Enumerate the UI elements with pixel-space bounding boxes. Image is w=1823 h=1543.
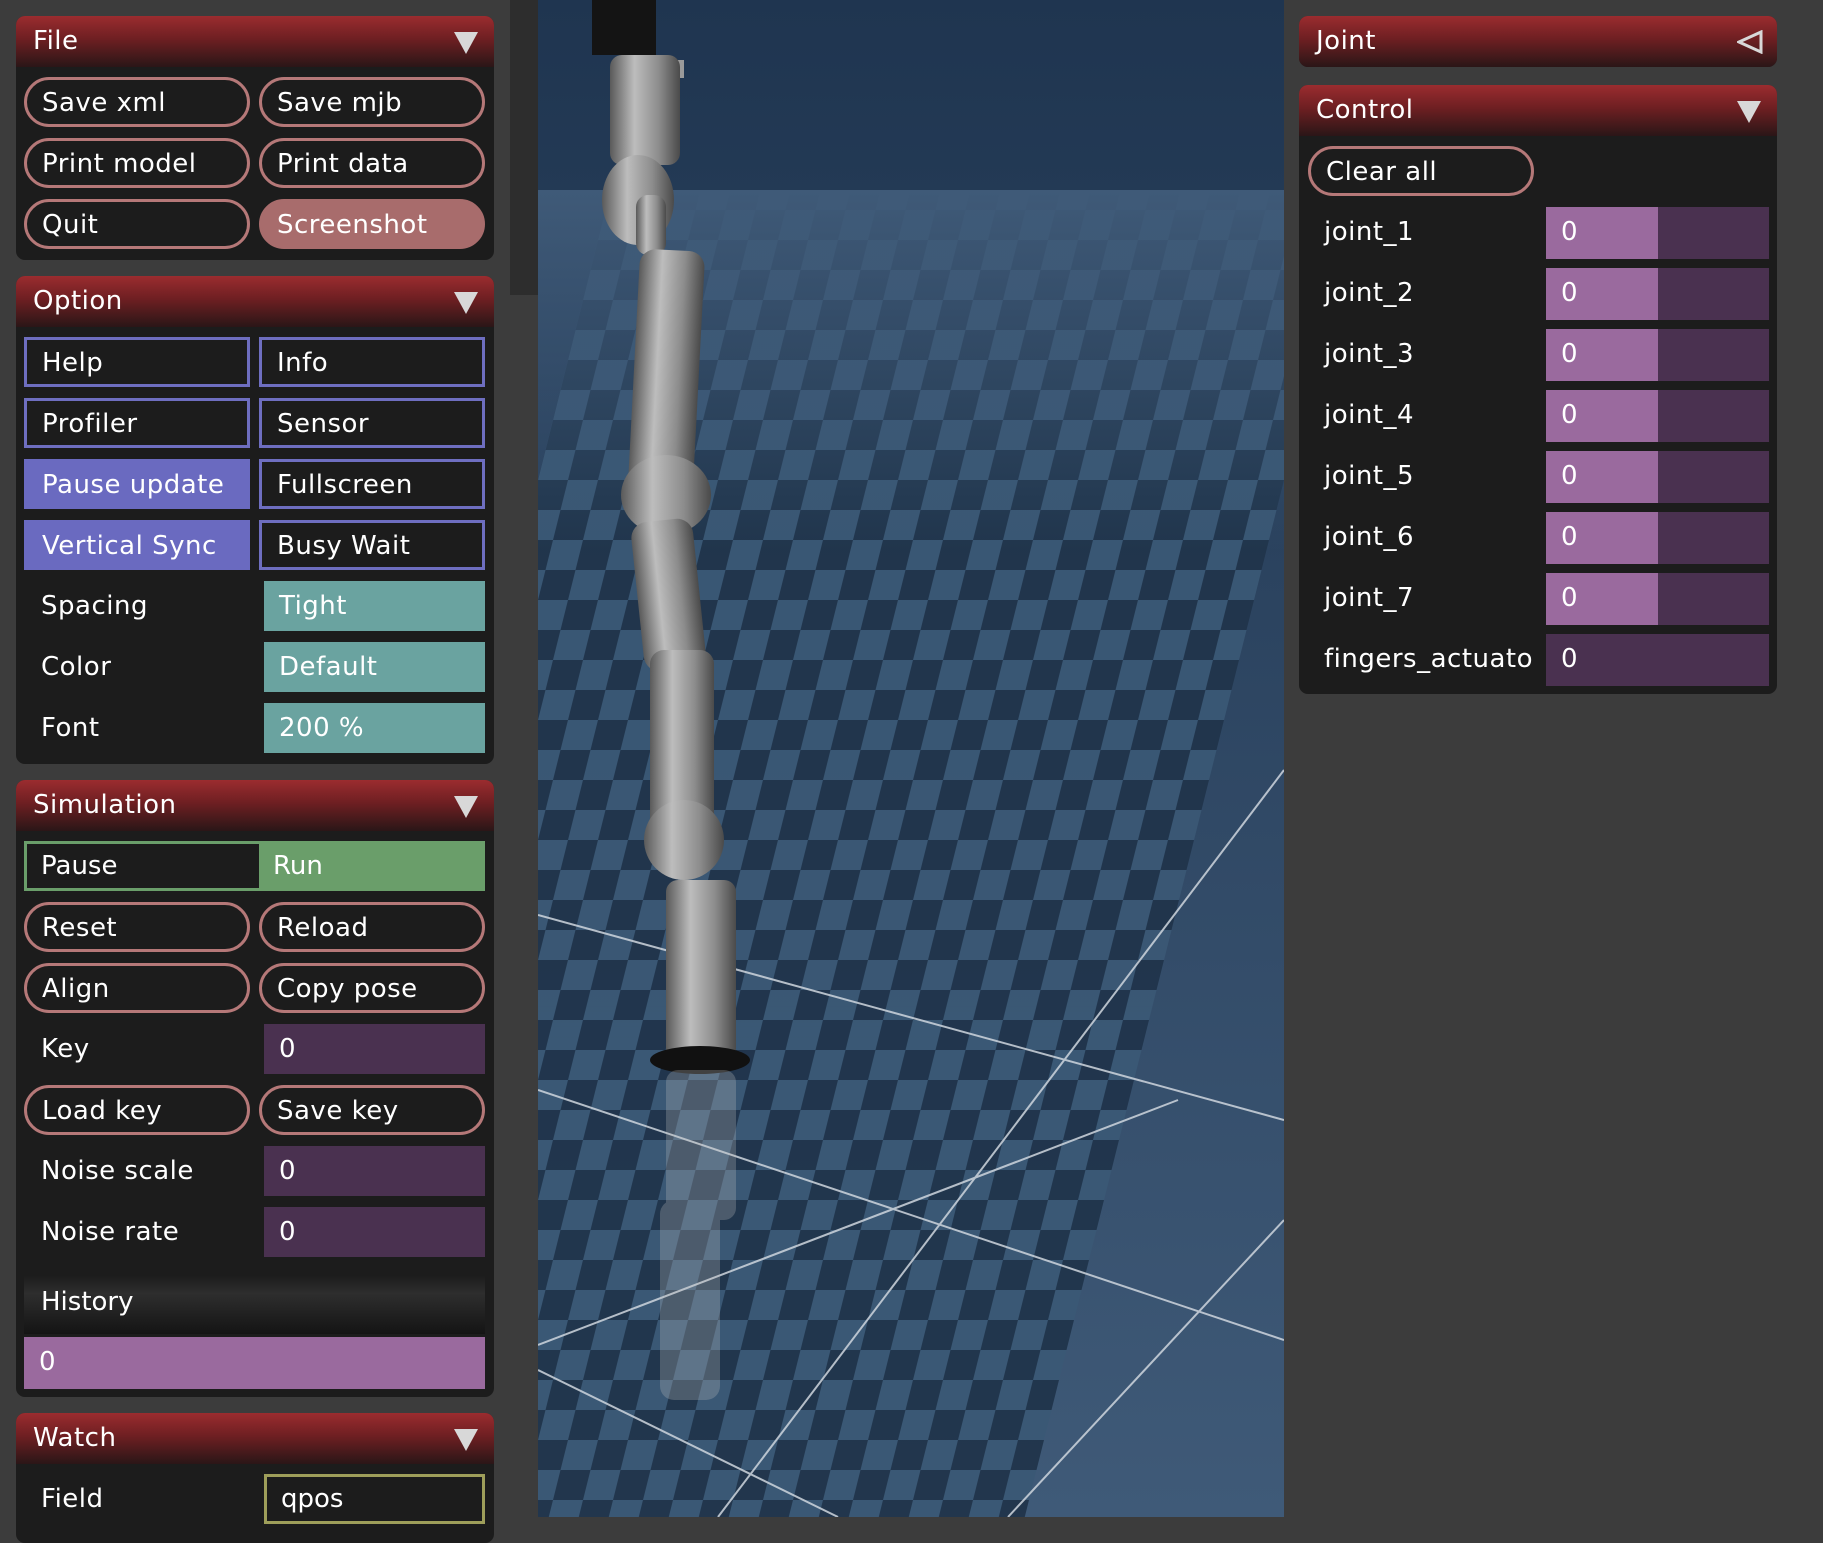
file-panel: File Save xml Save mjb Print model Print… [16,16,494,260]
fullscreen-toggle[interactable]: Fullscreen [259,459,485,509]
control-panel-title: Control [1316,95,1414,125]
font-select[interactable]: 200 % [264,703,485,753]
joint-slider[interactable]: 0 [1546,512,1769,564]
joint-value: 0 [1561,400,1578,430]
joint-slider[interactable]: 0 [1546,207,1769,259]
noise-rate-input[interactable]: 0 [264,1207,485,1257]
print-model-button[interactable]: Print model [24,138,250,188]
watch-panel-title: Watch [33,1423,117,1453]
vertical-sync-toggle[interactable]: Vertical Sync [24,520,250,570]
expand-triangle-icon[interactable] [1737,30,1763,54]
joint-panel: Joint [1299,16,1777,67]
collapse-triangle-icon[interactable] [454,796,478,818]
sensor-toggle[interactable]: Sensor [259,398,485,448]
pause-option[interactable]: Pause [27,844,259,888]
simulation-panel: Simulation Pause Run Reset Reload Align … [16,780,494,1397]
history-slider[interactable]: 0 [24,1337,485,1389]
joint-value: 0 [1561,522,1578,552]
option-panel: Option Help Info Profiler Sensor Pause u… [16,276,494,764]
joint-value: 0 [1561,644,1578,674]
option-panel-header[interactable]: Option [16,276,494,327]
align-button[interactable]: Align [24,963,250,1013]
pause-update-toggle[interactable]: Pause update [24,459,250,509]
option-panel-title: Option [33,286,123,316]
save-xml-button[interactable]: Save xml [24,77,250,127]
print-data-button[interactable]: Print data [259,138,485,188]
clear-all-button[interactable]: Clear all [1308,146,1534,196]
load-key-button[interactable]: Load key [24,1085,250,1135]
key-label: Key [41,1034,90,1064]
joint-label: joint_2 [1324,278,1415,308]
control-panel-header[interactable]: Control [1299,85,1777,136]
simulation-viewport[interactable] [538,0,1284,1517]
key-input[interactable]: 0 [264,1024,485,1074]
reload-button[interactable]: Reload [259,902,485,952]
joint-value: 0 [1561,339,1578,369]
color-select[interactable]: Default [264,642,485,692]
left-panel-scrollbar[interactable] [510,0,538,295]
joint-label: joint_6 [1324,522,1415,552]
joint-slider[interactable]: 0 [1546,268,1769,320]
noise-scale-input[interactable]: 0 [264,1146,485,1196]
file-panel-header[interactable]: File [16,16,494,67]
screenshot-button[interactable]: Screenshot [259,199,485,249]
spacing-select[interactable]: Tight [264,581,485,631]
joint-slider[interactable]: 0 [1546,573,1769,625]
joint-label: joint_4 [1324,400,1415,430]
joint-value: 0 [1561,217,1578,247]
color-label: Color [41,652,112,682]
joint-value: 0 [1561,583,1578,613]
joint-value: 0 [1561,278,1578,308]
joint-label: joint_5 [1324,461,1415,491]
quit-button[interactable]: Quit [24,199,250,249]
save-mjb-button[interactable]: Save mjb [259,77,485,127]
collapse-triangle-icon[interactable] [454,32,478,54]
joint-label: joint_3 [1324,339,1415,369]
joint-value: 0 [1561,461,1578,491]
simulation-panel-title: Simulation [33,790,177,820]
noise-rate-label: Noise rate [41,1217,180,1247]
busy-wait-toggle[interactable]: Busy Wait [259,520,485,570]
joint-label: joint_1 [1324,217,1415,247]
collapse-triangle-icon[interactable] [454,1429,478,1451]
control-panel: Control Clear all joint_1 0 joint_2 0 joint_… [1299,85,1777,694]
noise-scale-label: Noise scale [41,1156,194,1186]
collapse-triangle-icon[interactable] [1737,101,1761,123]
copy-pose-button[interactable]: Copy pose [259,963,485,1013]
reset-button[interactable]: Reset [24,902,250,952]
simulation-panel-header[interactable]: Simulation [16,780,494,831]
spacing-label: Spacing [41,591,148,621]
pause-run-radio: Pause Run [24,841,485,891]
scene-render [538,0,1284,1517]
watch-panel: Watch Field qpos [16,1413,494,1543]
joint-slider[interactable]: 0 [1546,634,1769,686]
file-panel-title: File [33,26,79,56]
joint-label: joint_7 [1324,583,1415,613]
joint-slider[interactable]: 0 [1546,451,1769,503]
joint-slider[interactable]: 0 [1546,390,1769,442]
joint-panel-title: Joint [1316,26,1376,56]
joint-slider[interactable]: 0 [1546,329,1769,381]
profiler-toggle[interactable]: Profiler [24,398,250,448]
help-toggle[interactable]: Help [24,337,250,387]
history-header: History [24,1276,485,1334]
save-key-button[interactable]: Save key [259,1085,485,1135]
run-option[interactable]: Run [259,844,482,888]
joint-panel-header[interactable]: Joint [1299,16,1777,67]
watch-panel-header[interactable]: Watch [16,1413,494,1464]
collapse-triangle-icon[interactable] [454,292,478,314]
font-label: Font [41,713,100,743]
joint-label: fingers_actuato [1324,644,1534,674]
info-toggle[interactable]: Info [259,337,485,387]
